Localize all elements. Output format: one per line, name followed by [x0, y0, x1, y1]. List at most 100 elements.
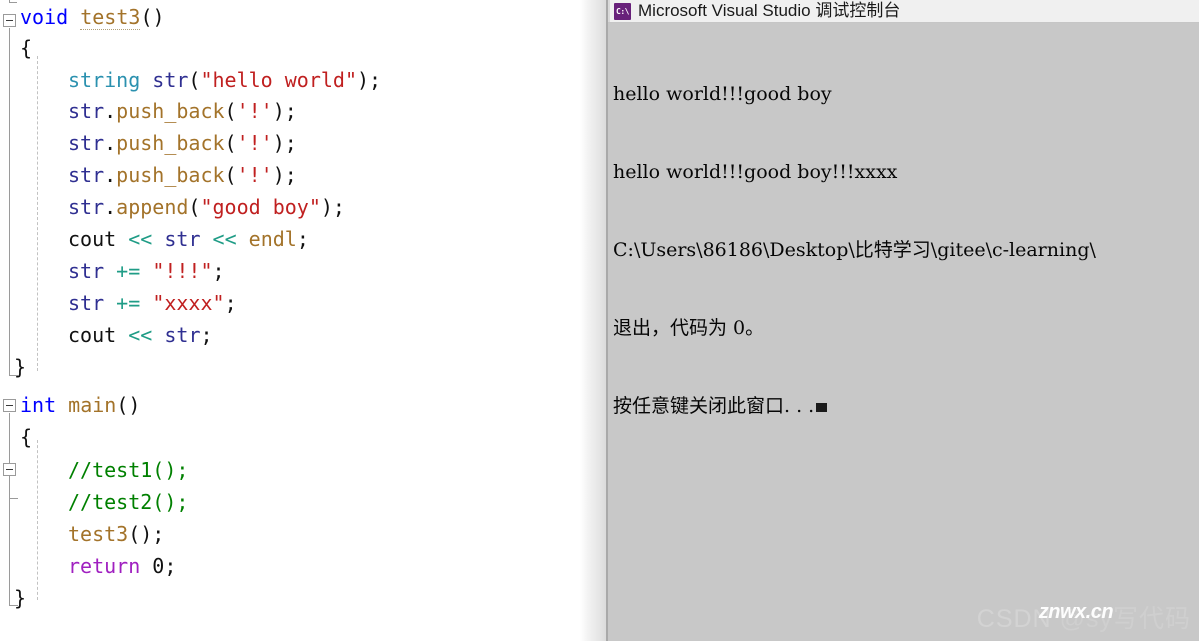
code-token: '!': [236, 99, 273, 123]
code-token: str: [152, 68, 189, 92]
code-token: ;: [164, 554, 177, 578]
code-line: //test2();: [68, 487, 188, 519]
code-token: );: [272, 99, 297, 123]
code-line: //test1();: [68, 455, 188, 487]
console-line: C:\Users\86186\Desktop\比特学习\gitee\c-lear…: [613, 239, 1096, 261]
code-token: {: [20, 425, 33, 449]
debug-console-window[interactable]: C:\ Microsoft Visual Studio 调试控制台 hello …: [608, 0, 1199, 641]
code-token: str: [164, 227, 201, 251]
code-text-layer[interactable]: void test3(){string str("hello world"); s…: [0, 0, 580, 641]
code-token: <<: [212, 227, 237, 251]
console-cursor: [816, 403, 828, 412]
code-line: {: [20, 422, 32, 454]
code-token: .: [104, 131, 117, 155]
code-token: str: [68, 131, 105, 155]
code-token: ;: [212, 259, 225, 283]
code-line: }: [14, 352, 26, 384]
code-token: 0: [152, 554, 165, 578]
code-editor-pane[interactable]: void test3(){string str("hello world"); s…: [0, 0, 580, 641]
code-token: "xxxx": [152, 291, 225, 315]
code-token: //test1();: [68, 458, 189, 482]
code-token: +=: [116, 259, 141, 283]
code-token: //test2();: [68, 490, 189, 514]
code-line: return 0;: [68, 551, 176, 583]
code-token: (: [188, 68, 201, 92]
console-line-text: 按任意键关闭此窗口. . .: [613, 395, 815, 417]
code-token: );: [272, 131, 297, 155]
console-line: 退出，代码为 0。: [613, 317, 765, 339]
watermark-overlay: znwx.cn: [1038, 601, 1114, 623]
console-title-bar[interactable]: C:\ Microsoft Visual Studio 调试控制台: [608, 0, 1199, 23]
code-token: (: [188, 195, 201, 219]
code-line: string str("hello world");: [68, 65, 381, 97]
code-line: str.push_back('!');: [68, 128, 297, 160]
window-edge-shadow: [580, 0, 608, 641]
code-token: "hello world": [200, 68, 358, 92]
code-token: .: [104, 99, 117, 123]
watermark: CSDN @sy写代码 znwx.cn: [977, 599, 1191, 635]
watermark-author: @sy写代码: [1059, 605, 1191, 633]
code-line: }: [14, 583, 26, 615]
code-token: ;: [200, 323, 213, 347]
code-token: );: [357, 68, 382, 92]
code-line: cout << str << endl;: [68, 224, 309, 256]
code-token: );: [272, 163, 297, 187]
console-window-icon: C:\: [614, 2, 631, 20]
code-token: push_back: [116, 163, 225, 187]
code-token: "!!!": [152, 259, 213, 283]
code-line: int main(): [20, 390, 140, 422]
code-token: (: [224, 163, 237, 187]
code-token: .: [104, 195, 117, 219]
code-line: cout << str;: [68, 320, 213, 352]
code-line: str.push_back('!');: [68, 160, 297, 192]
code-token: (): [116, 393, 141, 417]
code-token: (): [140, 5, 165, 29]
code-token: append: [116, 195, 189, 219]
code-line: str.push_back('!');: [68, 96, 297, 128]
code-token: string: [68, 68, 141, 92]
code-token: str: [68, 99, 105, 123]
code-token: main: [68, 393, 117, 417]
code-token: push_back: [116, 99, 225, 123]
code-token: );: [320, 195, 345, 219]
code-token: <<: [128, 323, 153, 347]
code-token: endl: [248, 227, 297, 251]
code-token: "good boy": [200, 195, 321, 219]
code-token: str: [68, 195, 105, 219]
code-token: {: [20, 36, 33, 60]
code-token: }: [14, 355, 27, 379]
console-line: hello world!!!good boy!!!xxxx: [613, 161, 898, 183]
code-token: (: [224, 99, 237, 123]
console-line: hello world!!!good boy: [613, 83, 832, 105]
code-token: int: [20, 393, 57, 417]
code-token: str: [68, 259, 105, 283]
code-token: '!': [236, 163, 273, 187]
code-token: test3: [68, 522, 129, 546]
console-output-area[interactable]: hello world!!!good boy hello world!!!goo…: [608, 23, 1199, 471]
code-token: .: [104, 163, 117, 187]
code-line: str.append("good boy");: [68, 192, 345, 224]
code-line: str += "!!!";: [68, 256, 225, 288]
screenshot-root: void test3(){string str("hello world"); s…: [0, 0, 1199, 641]
code-token: return: [68, 554, 141, 578]
watermark-site: CSDN: [976, 605, 1052, 633]
code-line: str += "xxxx";: [68, 288, 237, 320]
code-line: void test3(): [20, 2, 165, 34]
code-line: {: [20, 33, 32, 65]
code-token: str: [164, 323, 201, 347]
code-line: test3();: [68, 519, 164, 551]
code-token: push_back: [116, 131, 225, 155]
